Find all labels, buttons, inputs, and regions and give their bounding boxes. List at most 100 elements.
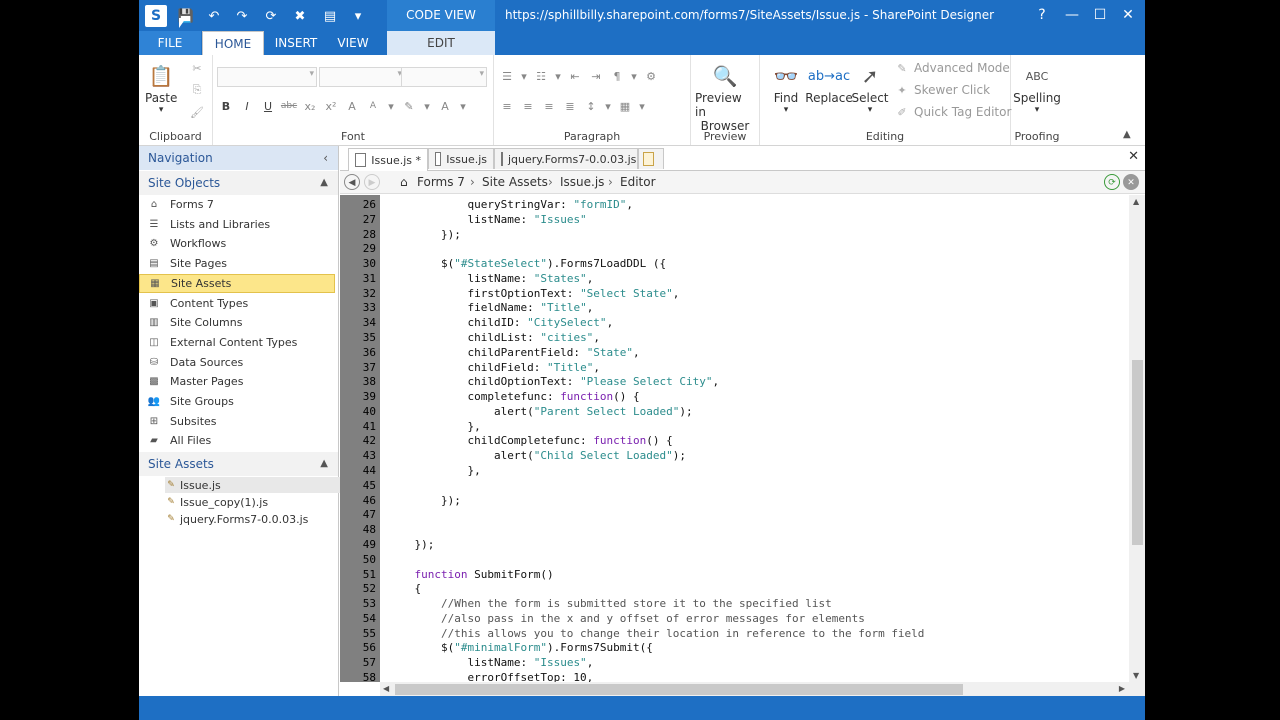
highlight-dropdown-icon[interactable]: ▾ — [421, 97, 433, 115]
superscript-button[interactable]: x² — [322, 97, 340, 115]
bullets-icon[interactable]: ☰ — [498, 67, 516, 85]
sidebar-item-all-files[interactable]: ▰ All Files — [139, 431, 335, 450]
stop-icon[interactable]: ✖ — [289, 5, 311, 27]
tag-properties-icon[interactable]: ⚙ — [642, 67, 660, 85]
doc-tab-issue-modified[interactable]: Issue.js * — [348, 148, 428, 171]
sidebar-item-external-content-types[interactable]: ◫ External Content Types — [139, 333, 335, 352]
forward-icon[interactable]: ▶ — [364, 174, 380, 190]
new-tab-button[interactable] — [638, 148, 664, 169]
cut-button[interactable]: ✂ — [189, 61, 209, 75]
horizontal-scroll-thumb[interactable] — [395, 684, 963, 695]
file-item[interactable]: ✎ jquery.Forms7-0.0.03.js — [165, 511, 345, 527]
back-icon[interactable]: ◀ — [344, 174, 360, 190]
select-button[interactable]: ➚ Select ▾ — [851, 61, 888, 115]
sidebar-item-site-groups[interactable]: 👥 Site Groups — [139, 392, 335, 411]
tab-file[interactable]: FILE — [139, 31, 201, 55]
minimize-button[interactable]: — — [1059, 4, 1085, 26]
close-window-button[interactable]: ✕ — [1115, 4, 1141, 26]
font-color-button[interactable]: A — [436, 97, 454, 115]
copy-button[interactable]: ⎘ — [189, 83, 209, 97]
font-color-dropdown-icon[interactable]: ▾ — [457, 97, 469, 115]
file-item[interactable]: ✎ Issue.js — [165, 477, 345, 493]
italic-button[interactable]: I — [238, 97, 256, 115]
file-item[interactable]: ✎ Issue_copy(1).js — [165, 494, 345, 510]
sidebar-item-forms-7[interactable]: ⌂ Forms 7 — [139, 195, 335, 214]
change-case-icon[interactable]: ▾ — [385, 97, 397, 115]
scroll-right-icon[interactable]: ▶ — [1119, 684, 1125, 693]
vertical-scrollbar[interactable]: ▲ ▼ — [1129, 195, 1145, 682]
formatting-dropdown-icon[interactable]: ▾ — [629, 67, 639, 85]
site-objects-collapse-icon[interactable]: ▲ — [320, 171, 328, 195]
sidebar-item-data-sources[interactable]: ⛁ Data Sources — [139, 353, 335, 372]
scroll-left-icon[interactable]: ◀ — [383, 684, 389, 693]
sidebar-item-subsites[interactable]: ⊞ Subsites — [139, 412, 335, 431]
align-right-icon[interactable]: ≡ — [540, 97, 558, 115]
preview-dropdown-icon[interactable]: ▤ — [319, 5, 341, 27]
skewer-click-button[interactable]: ✦ Skewer Click — [894, 83, 990, 97]
breadcrumb-home-icon[interactable]: ⌂ — [400, 171, 408, 193]
sidebar-item-lists-and-libraries[interactable]: ☰ Lists and Libraries — [139, 215, 335, 234]
justify-icon[interactable]: ≣ — [561, 97, 579, 115]
format-painter-button[interactable]: 🖌 — [189, 105, 209, 119]
breadcrumb-forms7[interactable]: Forms 7 — [417, 171, 465, 193]
align-left-icon[interactable]: ≡ — [498, 97, 516, 115]
bold-button[interactable]: B — [217, 97, 235, 115]
borders-dropdown-icon[interactable]: ▾ — [637, 97, 647, 115]
sidebar-item-site-columns[interactable]: ▥ Site Columns — [139, 313, 335, 332]
site-objects-header[interactable]: Site Objects ▲ — [139, 171, 338, 195]
site-assets-collapse-icon[interactable]: ▲ — [320, 452, 328, 476]
doc-tab-jquery-forms7[interactable]: jquery.Forms7-0.0.03.js — [494, 148, 638, 169]
tab-insert[interactable]: INSERT — [267, 31, 325, 55]
undo-icon[interactable]: ↶ — [203, 5, 225, 27]
maximize-button[interactable]: ☐ — [1087, 4, 1113, 26]
refresh-icon[interactable]: ⟳ — [260, 5, 282, 27]
increase-indent-icon[interactable]: ⇥ — [587, 67, 605, 85]
shrink-font-button[interactable]: A — [364, 97, 382, 115]
scroll-down-icon[interactable]: ▼ — [1133, 671, 1139, 680]
tab-edit[interactable]: EDIT — [387, 31, 495, 55]
find-button[interactable]: 👓 Find ▾ — [768, 61, 804, 115]
collapse-ribbon-icon[interactable]: ▲ — [1123, 129, 1131, 140]
replace-button[interactable]: ab→ac Replace — [804, 61, 854, 106]
advanced-mode-button[interactable]: ✎ Advanced Mode — [894, 61, 1009, 75]
borders-icon[interactable]: ▦ — [616, 97, 634, 115]
doc-tab-issue[interactable]: Issue.js — [428, 148, 494, 169]
sidebar-item-master-pages[interactable]: ▩ Master Pages — [139, 372, 335, 391]
underline-button[interactable]: U — [259, 97, 277, 115]
align-center-icon[interactable]: ≡ — [519, 97, 537, 115]
customize-qat-icon[interactable]: ▾ — [351, 5, 365, 27]
breadcrumb-issue-js[interactable]: Issue.js — [560, 171, 604, 193]
site-assets-header[interactable]: Site Assets ▲ — [139, 452, 338, 476]
decrease-indent-icon[interactable]: ⇤ — [566, 67, 584, 85]
subscript-button[interactable]: x₂ — [301, 97, 319, 115]
vertical-scroll-thumb[interactable] — [1132, 360, 1143, 545]
refresh-page-icon[interactable]: ⟳ — [1104, 174, 1120, 190]
horizontal-scrollbar[interactable]: ◀ ▶ — [380, 682, 1145, 696]
paste-button[interactable]: 📋 Paste ▾ — [145, 61, 177, 115]
strikethrough-button[interactable]: abc — [280, 97, 298, 115]
line-spacing-icon[interactable]: ↕ — [582, 97, 600, 115]
collapse-pane-icon[interactable]: ‹ — [323, 146, 328, 170]
help-button[interactable]: ? — [1029, 4, 1055, 26]
bullets-dropdown-icon[interactable]: ▾ — [519, 67, 529, 85]
app-logo-icon[interactable]: S — [145, 5, 167, 27]
breadcrumb-site-assets[interactable]: Site Assets — [482, 171, 548, 193]
stop-page-icon[interactable]: ✕ — [1123, 174, 1139, 190]
font-style-select[interactable] — [401, 67, 487, 87]
close-document-icon[interactable]: ✕ — [1128, 149, 1139, 164]
line-spacing-dropdown-icon[interactable]: ▾ — [603, 97, 613, 115]
tab-view[interactable]: VIEW — [329, 31, 377, 55]
grow-font-button[interactable]: A — [343, 97, 361, 115]
sidebar-item-site-assets[interactable]: ▦ Site Assets — [139, 273, 335, 293]
show-formatting-icon[interactable]: ¶ — [608, 67, 626, 85]
font-family-select[interactable] — [217, 67, 317, 87]
highlight-color-icon[interactable]: ✎ — [400, 97, 418, 115]
redo-icon[interactable]: ↷ — [231, 5, 253, 27]
scroll-up-icon[interactable]: ▲ — [1133, 197, 1139, 206]
quick-tag-editor-button[interactable]: ✐ Quick Tag Editor — [894, 105, 1011, 119]
sidebar-item-workflows[interactable]: ⚙ Workflows — [139, 234, 335, 253]
font-size-select[interactable] — [319, 67, 405, 87]
sidebar-item-site-pages[interactable]: ▤ Site Pages — [139, 254, 335, 273]
numbering-icon[interactable]: ☷ — [532, 67, 550, 85]
sidebar-item-content-types[interactable]: ▣ Content Types — [139, 294, 335, 313]
